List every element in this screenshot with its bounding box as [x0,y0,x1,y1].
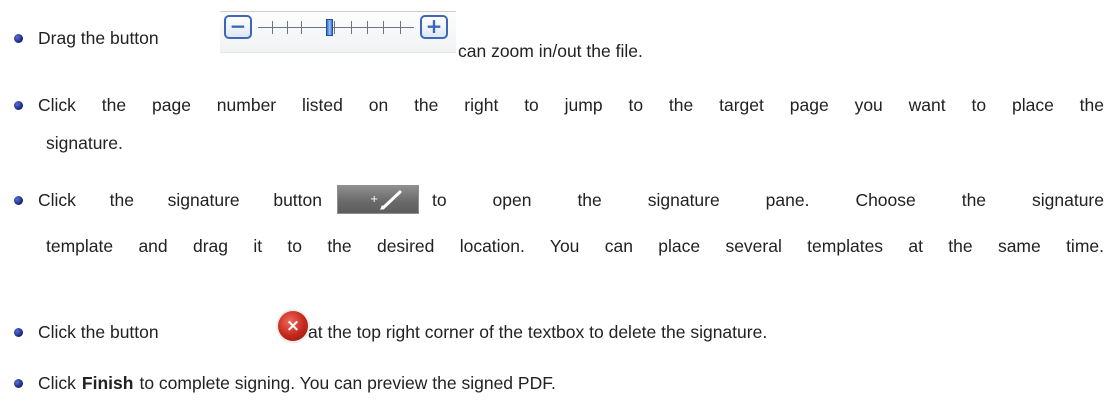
bullet [14,379,23,388]
item-text-line2: template and drag it to the desired loca… [46,236,1104,256]
bullet [14,328,23,337]
zoom-tick [400,21,401,34]
zoom-out-button[interactable]: − [224,15,252,39]
zoom-thumb[interactable] [325,19,333,36]
item-text-after: to open the signature pane. Choose the s… [432,190,1104,210]
zoom-tick [272,21,273,34]
pencil-icon: + [370,190,402,210]
delete-icon[interactable]: × [278,311,308,341]
zoom-tick [301,21,302,34]
bullet [14,101,23,110]
zoom-tick [367,21,368,34]
item-text-line2: signature. [46,133,123,153]
item-text-before: Drag the button [38,28,159,48]
item-text-before: Click the signature button [38,190,322,210]
item-text: Click Finish to complete signing. You can … [38,371,556,395]
zoom-tick [383,21,384,34]
zoom-tick [334,21,335,34]
zoom-tick [287,21,288,34]
add-signature-button[interactable]: + [337,185,419,214]
zoom-slider[interactable]: − + [220,11,456,53]
item-text-line1: Click the page number listed on the righ… [38,95,1104,115]
item-text-after: to complete signing. You can preview the… [139,373,556,393]
finish-label: Finish [81,373,134,393]
bullet [14,196,23,205]
item-text-after: at the top right corner of the textbox t… [308,322,768,342]
instruction-list: Drag the button − + can zoom in/out the … [0,0,1117,406]
item-text-before: Click the button [38,322,159,342]
item-text-before: Click [38,373,76,393]
bullet [14,34,23,43]
zoom-in-button[interactable]: + [420,15,448,39]
plus-icon: + [370,194,378,205]
item-text-after: can zoom in/out the file. [458,41,643,61]
zoom-track[interactable] [258,27,414,28]
zoom-tick [351,21,352,34]
